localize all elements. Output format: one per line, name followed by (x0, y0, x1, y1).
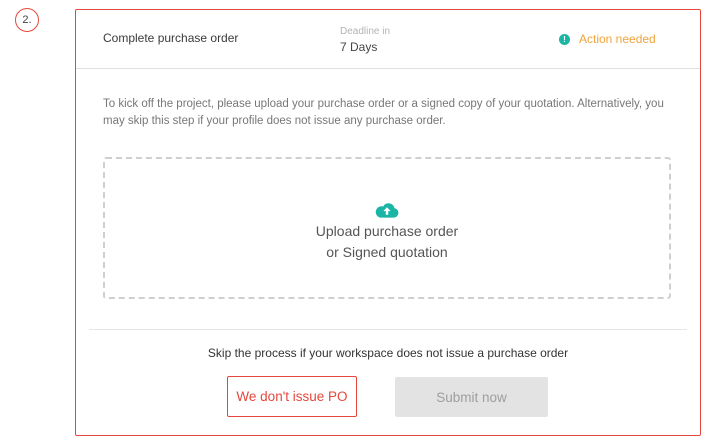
upload-title: Upload purchase order (315, 223, 459, 239)
cloud-upload-icon (375, 203, 399, 218)
deadline-label: Deadline in (340, 26, 391, 37)
status-badge: ! Action needed (559, 32, 656, 46)
card-title: Complete purchase order (103, 31, 239, 45)
deadline-value: 7 Days (340, 40, 378, 54)
step-number-badge: 2. (15, 8, 39, 32)
upload-dropzone[interactable]: Upload purchase order or Signed quotatio… (103, 157, 671, 299)
divider (89, 329, 687, 330)
card-header: Complete purchase order Deadline in 7 Da… (76, 10, 700, 69)
alert-circle-icon: ! (559, 33, 570, 45)
status-text: Action needed (579, 32, 656, 46)
purchase-order-card: Complete purchase order Deadline in 7 Da… (75, 9, 701, 436)
instructions-text: To kick off the project, please upload y… (103, 98, 664, 127)
submit-button[interactable]: Submit now (395, 377, 548, 417)
skip-note: Skip the process if your workspace does … (207, 346, 569, 360)
step-number: 2. (22, 14, 32, 26)
skip-po-button[interactable]: We don't issue PO (227, 376, 357, 417)
upload-subtitle: or Signed quotation (326, 244, 448, 260)
